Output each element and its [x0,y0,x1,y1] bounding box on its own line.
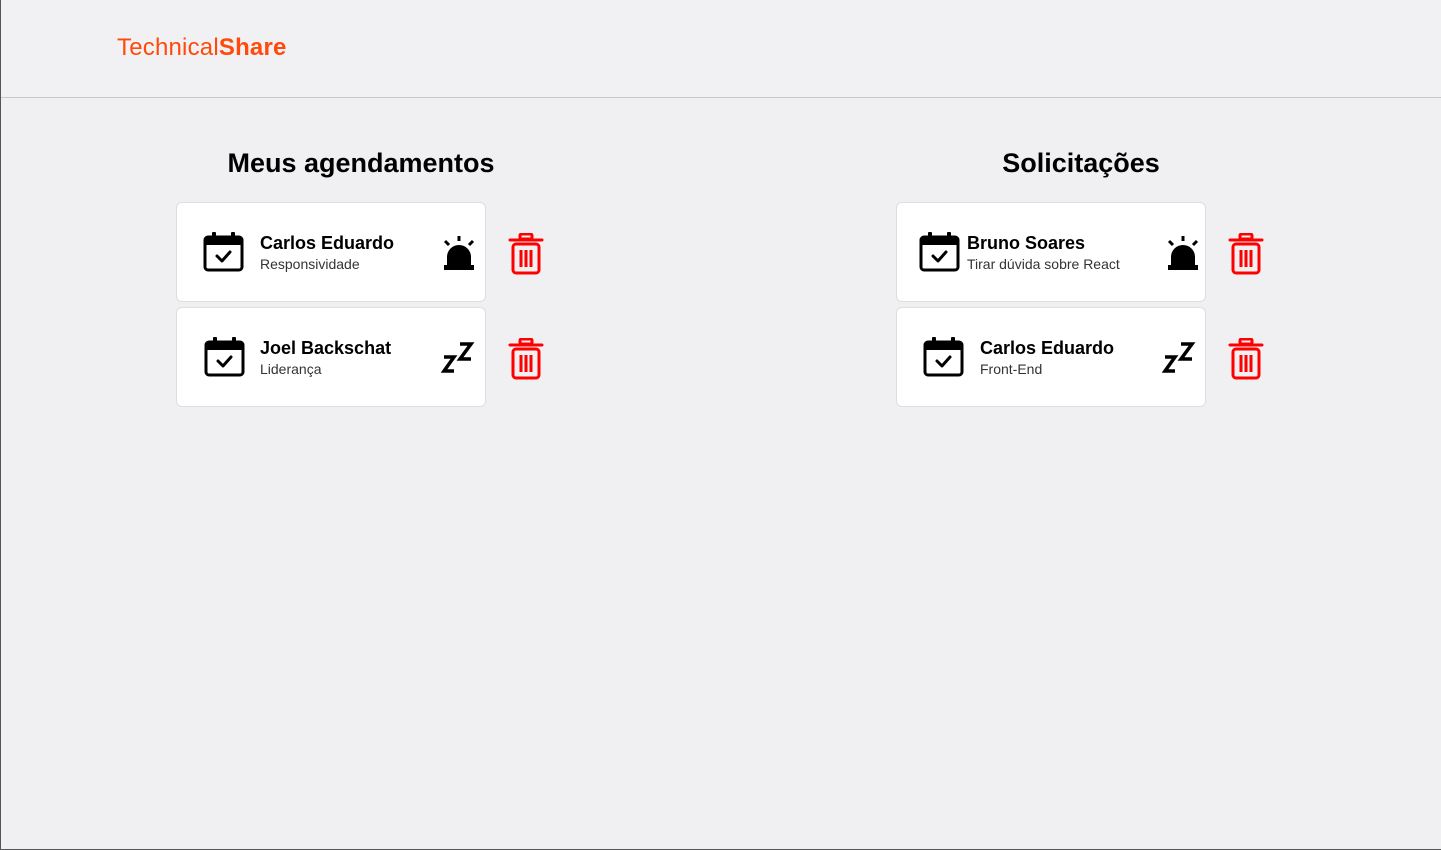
request-card[interactable]: Bruno Soares Tirar dúvida sobre React [896,202,1206,302]
request-card[interactable]: Carlos Eduardo Front-End [896,307,1206,407]
card-topic: Responsividade [260,256,360,272]
calendar-check-icon [919,232,960,272]
alarm-icon [443,236,475,270]
card-topic: Liderança [260,361,322,377]
sleep-icon [1162,342,1196,373]
card-topic: Front-End [980,361,1043,377]
delete-trash-icon[interactable] [508,233,544,275]
delete-trash-icon[interactable] [1228,233,1264,275]
card-topic: Tirar dúvida sobre React [967,256,1120,272]
card-person-name: Carlos Eduardo [260,233,395,253]
appointment-card[interactable]: Carlos Eduardo Responsividade [176,202,486,302]
card-person-name: Carlos Eduardo [980,338,1115,358]
delete-trash-icon[interactable] [508,338,544,380]
brand-logo[interactable]: TechnicalShare [117,34,287,62]
card-person-name: Joel Backschat [260,338,392,358]
card-person-name: Bruno Soares [967,233,1086,253]
section-title-appointments: Meus agendamentos [227,148,495,178]
sleep-icon [441,342,475,373]
page-frame [0,0,1441,850]
appointment-card[interactable]: Joel Backschat Liderança [176,307,486,407]
delete-trash-icon[interactable] [1228,338,1264,380]
alarm-icon [1167,236,1199,270]
section-title-requests: Solicitações [1002,148,1160,178]
calendar-check-icon [923,337,964,377]
brand-name-part1: Technical [117,34,219,61]
calendar-check-icon [204,337,245,377]
header: TechnicalShare [1,0,1441,98]
calendar-check-icon [203,232,244,272]
brand-name-part2: Share [218,34,287,61]
